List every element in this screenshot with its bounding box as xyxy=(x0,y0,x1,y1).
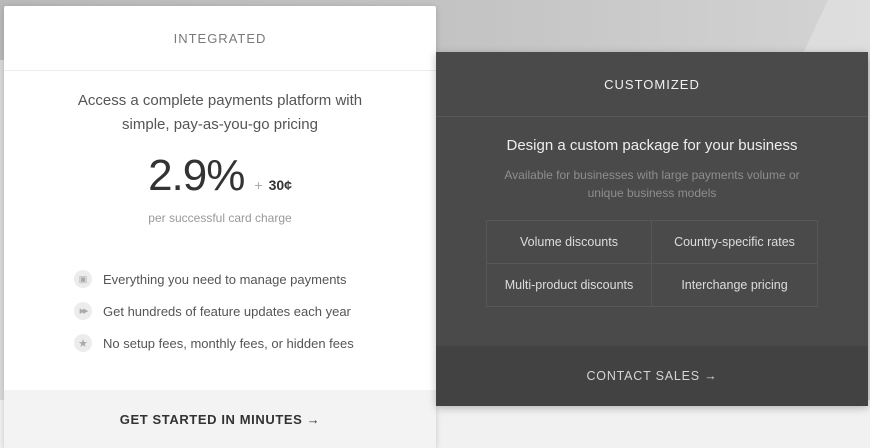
star-icon: ★ xyxy=(74,334,92,352)
option-volume-discounts: Volume discounts xyxy=(487,221,652,264)
price-percentage: 2.9% xyxy=(148,151,245,200)
feature-item: ▣ Everything you need to manage payments xyxy=(74,263,436,295)
custom-options-grid: Volume discounts Country-specific rates … xyxy=(486,220,818,307)
get-started-button[interactable]: GET STARTED IN MINUTES → xyxy=(4,390,436,448)
price-row: 2.9% + 30¢ xyxy=(4,151,436,201)
option-interchange-pricing: Interchange pricing xyxy=(681,278,788,292)
feature-text: Get hundreds of feature updates each yea… xyxy=(103,303,351,319)
feature-item: ▶▶ Get hundreds of feature updates each … xyxy=(74,295,436,327)
feature-text: No setup fees, monthly fees, or hidden f… xyxy=(103,335,354,351)
price-note: per successful card charge xyxy=(148,211,292,225)
customized-description: Available for businesses with large paym… xyxy=(504,168,800,200)
option-multi-product-discounts: Multi-product discounts xyxy=(487,264,652,306)
customized-pricing-card: CUSTOMIZED Design a custom package for y… xyxy=(436,52,868,406)
integrated-pricing-card: INTEGRATED Access a complete payments pl… xyxy=(4,6,436,448)
option-country-specific-rates: Country-specific rates xyxy=(652,221,817,264)
contact-sales-button[interactable]: CONTACT SALES → xyxy=(436,346,868,406)
integrated-header: INTEGRATED xyxy=(4,6,436,71)
customized-title: Design a custom package for your busines… xyxy=(506,137,798,154)
customized-header: CUSTOMIZED xyxy=(436,52,868,117)
fast-forward-icon: ▶▶ xyxy=(74,302,92,320)
feature-list: ▣ Everything you need to manage payments… xyxy=(74,263,436,359)
wallet-icon: ▣ xyxy=(74,270,92,288)
price-fixed-fee: 30¢ xyxy=(268,177,292,193)
price-plus: + xyxy=(254,177,263,193)
integrated-description: Access a complete payments platform with… xyxy=(77,92,363,133)
feature-text: Everything you need to manage payments xyxy=(103,271,347,287)
feature-item: ★ No setup fees, monthly fees, or hidden… xyxy=(74,327,436,359)
